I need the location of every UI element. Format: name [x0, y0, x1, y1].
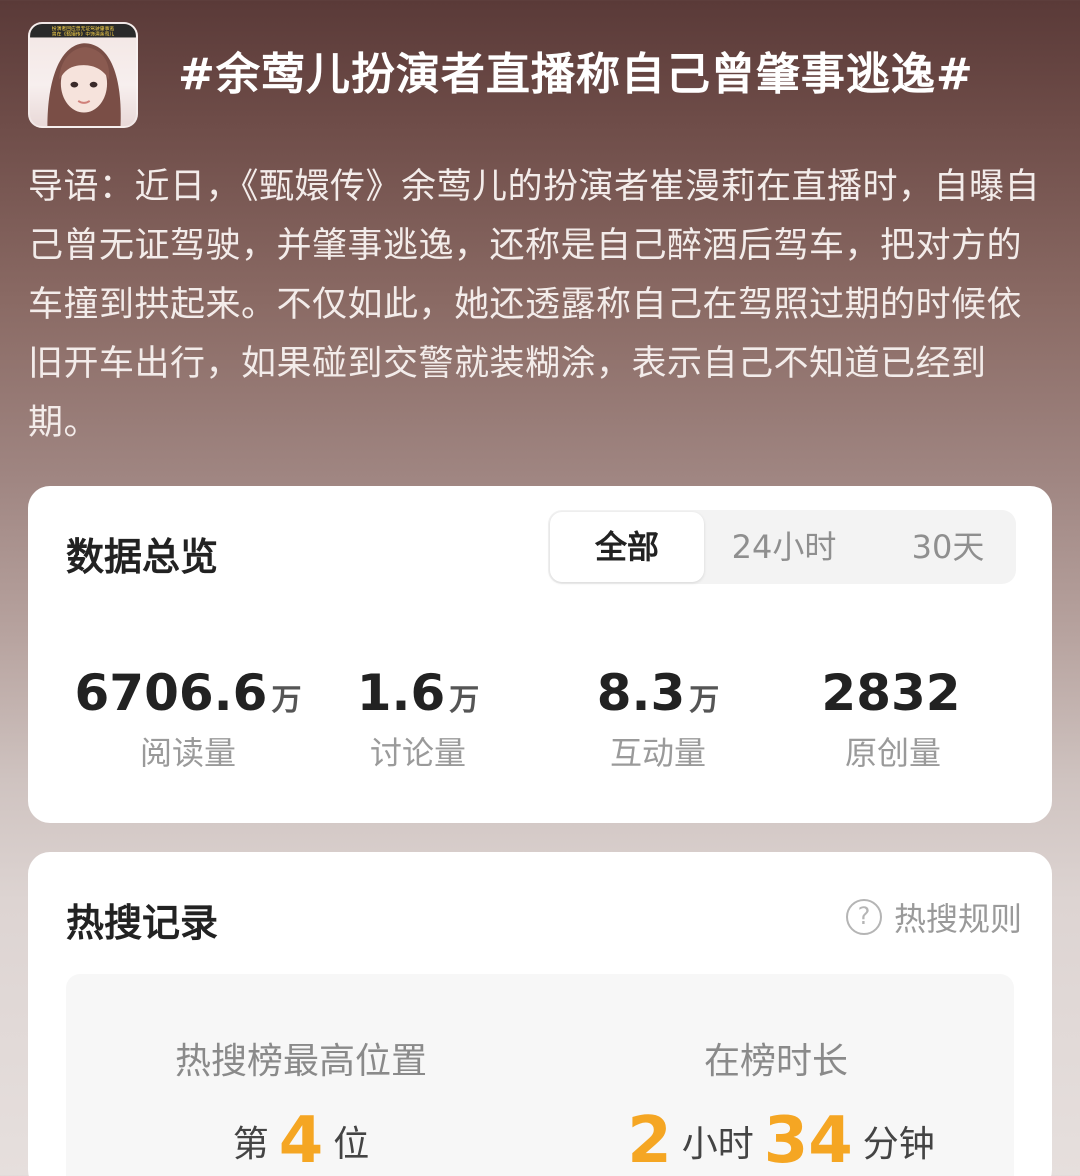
topic-avatar[interactable]: 扮演者回应曾无证驾驶肇事逃 曾在《甄嬛传》中饰演余莺儿 [28, 22, 138, 128]
topic-intro: 导语：近日，《甄嬛传》余莺儿的扮演者崔漫莉在直播时，自曝自己曾无证驾驶，并肇事逃… [28, 167, 1041, 443]
question-circle-icon: ? [845, 899, 882, 935]
avatar-image: 扮演者回应曾无证驾驶肇事逃 曾在《甄嬛传》中饰演余莺儿 [30, 24, 136, 126]
peak-suffix: 位 [333, 1124, 370, 1165]
tab-24h[interactable]: 24小时 [714, 510, 854, 584]
peak-position-value: 第4位 [106, 1104, 496, 1176]
avatar-caption-2: 曾在《甄嬛传》中饰演余莺儿 [52, 31, 115, 38]
hot-search-title: 热搜记录 [66, 901, 219, 945]
overview-title: 数据总览 [66, 535, 219, 579]
peak-prefix: 第 [232, 1124, 269, 1165]
stat-originals-value: 2832 [821, 664, 961, 722]
stat-interactions: 8.3 万 互动量 [568, 664, 748, 774]
peak-number: 4 [278, 1104, 324, 1176]
stat-discussions: 1.6 万 讨论量 [338, 664, 498, 774]
rules-label: 热搜规则 [893, 900, 1022, 938]
duration-hours-unit: 小时 [681, 1124, 754, 1165]
duration-minutes-unit: 分钟 [862, 1124, 935, 1165]
stat-interactions-value: 8.3 [596, 664, 686, 722]
stat-originals-label: 原创量 [844, 734, 941, 772]
duration-hours: 2 [627, 1104, 672, 1176]
time-range-selector: 全部 24小时 30天 [548, 510, 1016, 584]
peak-position-label: 热搜榜最高位置 [174, 1041, 427, 1082]
stat-originals: 2832 原创量 [798, 664, 988, 774]
topic-header: 扮演者回应曾无证驾驶肇事逃 曾在《甄嬛传》中饰演余莺儿 #余莺儿扮演者直播称自己… [0, 0, 1080, 150]
duration-minutes: 34 [763, 1104, 853, 1176]
stat-discussions-unit: 万 [449, 683, 480, 718]
stat-reads-unit: 万 [271, 683, 302, 718]
hot-search-card: 热搜记录 ? 热搜规则 热搜榜最高位置 在榜时长 第4位 2 小时 34 分钟 [28, 852, 1052, 1176]
stat-interactions-label: 互动量 [609, 734, 706, 772]
stat-reads-value: 6706.6 [74, 664, 268, 722]
data-overview-card: 数据总览 全部 24小时 30天 6706.6 万 阅读量 1.6 万 讨论量 8.… [28, 486, 1052, 823]
duration-label: 在榜时长 [703, 1041, 848, 1082]
stat-discussions-label: 讨论量 [369, 734, 466, 772]
tab-30d[interactable]: 30天 [878, 510, 1018, 584]
stat-discussions-value: 1.6 [356, 664, 446, 722]
duration-value: 2 小时 34 分钟 [566, 1104, 986, 1176]
stat-interactions-unit: 万 [689, 683, 720, 718]
topic-title: #余莺儿扮演者直播称自己曾肇事逃逸# [178, 49, 974, 100]
tab-all[interactable]: 全部 [550, 512, 704, 582]
stat-reads: 6706.6 万 阅读量 [68, 664, 308, 774]
hot-search-stats-panel: 热搜榜最高位置 在榜时长 第4位 2 小时 34 分钟 [66, 974, 1014, 1176]
avatar-caption-1: 扮演者回应曾无证驾驶肇事逃 [52, 25, 115, 32]
stat-reads-label: 阅读量 [139, 734, 236, 772]
hot-search-rules-link[interactable]: ? 热搜规则 [845, 894, 1022, 940]
